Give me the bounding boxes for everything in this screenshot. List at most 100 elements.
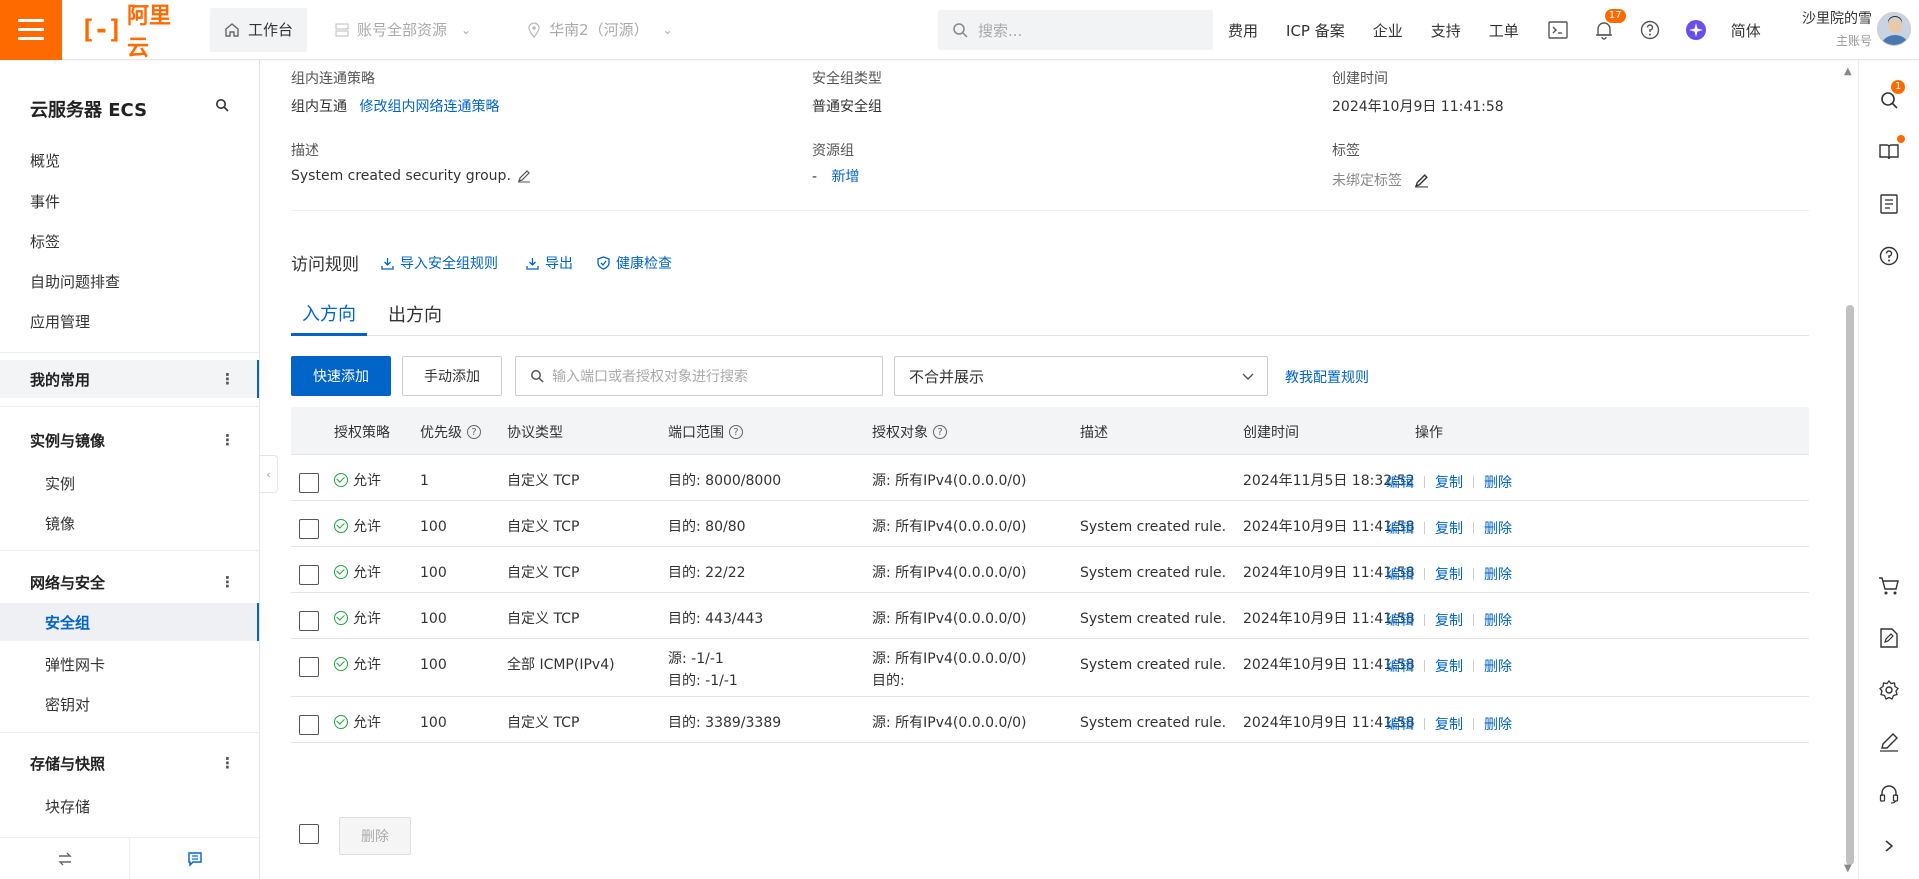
- scroll-thumb[interactable]: [1846, 305, 1854, 865]
- switch-icon[interactable]: [0, 838, 129, 879]
- tab-inbound[interactable]: 入方向: [291, 292, 367, 336]
- edit-icon[interactable]: [1414, 173, 1429, 188]
- delete-link[interactable]: 删除: [1484, 518, 1512, 538]
- nav-tickets[interactable]: 工单: [1489, 20, 1519, 41]
- copy-link[interactable]: 复制: [1435, 656, 1463, 676]
- manual-add-button[interactable]: 手动添加: [402, 356, 502, 396]
- nav-support[interactable]: 支持: [1431, 20, 1461, 41]
- row-checkbox[interactable]: [299, 715, 319, 735]
- search-icon[interactable]: [215, 98, 229, 112]
- edit-icon[interactable]: [517, 169, 531, 183]
- display-mode-select[interactable]: 不合并展示: [894, 356, 1268, 396]
- delete-link[interactable]: 删除: [1484, 472, 1512, 492]
- quick-add-button[interactable]: 快速添加: [291, 356, 391, 396]
- sidebar-item-block-storage[interactable]: 块存储: [45, 796, 90, 817]
- sidebar-item-tags[interactable]: 标签: [30, 231, 60, 252]
- delete-link[interactable]: 删除: [1484, 656, 1512, 676]
- modify-policy-link[interactable]: 修改组内网络连通策略: [359, 99, 499, 115]
- cart-icon[interactable]: [1877, 574, 1901, 598]
- more-vertical-icon[interactable]: ⋮: [220, 431, 235, 449]
- copy-link[interactable]: 复制: [1435, 518, 1463, 538]
- more-vertical-icon[interactable]: ⋮: [220, 370, 235, 388]
- global-search-input[interactable]: 搜索...: [938, 10, 1213, 50]
- port-value: 目的: 443/443: [668, 611, 764, 627]
- sidebar-item-overview[interactable]: 概览: [30, 150, 60, 171]
- language-switch[interactable]: 简体: [1731, 20, 1761, 41]
- sidebar-group-favorites[interactable]: 我的常用 ⋮: [0, 360, 259, 398]
- question-icon[interactable]: ?: [467, 425, 481, 439]
- document-edit-icon[interactable]: [1877, 626, 1901, 650]
- rule-search-input[interactable]: 输入端口或者授权对象进行搜索: [515, 356, 883, 396]
- edit-link[interactable]: 编辑: [1386, 472, 1414, 492]
- sidebar-group-instances-images[interactable]: 实例与镜像 ⋮: [0, 421, 259, 459]
- sidebar-group-network-security[interactable]: 网络与安全 ⋮: [0, 563, 259, 601]
- health-check-link[interactable]: 健康检查: [597, 253, 672, 273]
- edit-link[interactable]: 编辑: [1386, 518, 1414, 538]
- edit-link[interactable]: 编辑: [1386, 714, 1414, 734]
- checklist-icon[interactable]: [1877, 192, 1901, 216]
- search-icon[interactable]: 1: [1877, 80, 1906, 112]
- region-dropdown[interactable]: 华南2（河源） ⌄: [513, 8, 687, 52]
- delete-link[interactable]: 删除: [1484, 610, 1512, 630]
- gear-icon[interactable]: [1877, 678, 1901, 702]
- sidebar-item-events[interactable]: 事件: [30, 191, 60, 212]
- row-checkbox[interactable]: [299, 519, 319, 539]
- headset-icon[interactable]: [1877, 782, 1901, 806]
- scrollbar[interactable]: ▲ ▼: [1843, 60, 1855, 879]
- row-checkbox[interactable]: [299, 473, 319, 493]
- sidebar-item-app-management[interactable]: 应用管理: [30, 311, 90, 332]
- copy-link[interactable]: 复制: [1435, 472, 1463, 492]
- chevron-right-icon[interactable]: [1877, 834, 1901, 858]
- copy-link[interactable]: 复制: [1435, 564, 1463, 584]
- col-port-wrap: 端口范围?: [668, 422, 743, 442]
- sidebar-item-key-pairs[interactable]: 密钥对: [45, 694, 90, 715]
- row-checkbox[interactable]: [299, 565, 319, 585]
- import-rules-link[interactable]: 导入安全组规则: [381, 253, 498, 273]
- more-vertical-icon[interactable]: ⋮: [220, 573, 235, 591]
- edit-link[interactable]: 编辑: [1386, 656, 1414, 676]
- sidebar-item-instances[interactable]: 实例: [45, 473, 75, 494]
- avatar[interactable]: [1877, 12, 1911, 46]
- sidebar-item-eni[interactable]: 弹性网卡: [45, 654, 105, 675]
- ai-assistant-icon[interactable]: [1685, 19, 1707, 41]
- edit-link[interactable]: 编辑: [1386, 564, 1414, 584]
- more-vertical-icon[interactable]: ⋮: [220, 754, 235, 772]
- scroll-up-icon[interactable]: ▲: [1844, 66, 1852, 77]
- bell-icon[interactable]: 17: [1593, 9, 1626, 41]
- message-icon[interactable]: [129, 838, 259, 879]
- account-resources-dropdown[interactable]: 账号全部资源 ⌄: [321, 8, 485, 52]
- config-help-link[interactable]: 教我配置规则: [1285, 367, 1369, 387]
- sidebar-group-storage-snapshot[interactable]: 存储与快照 ⋮: [0, 744, 259, 782]
- help-icon[interactable]: [1639, 19, 1661, 41]
- workbench-button[interactable]: 工作台: [210, 7, 308, 52]
- nav-enterprise[interactable]: 企业: [1373, 20, 1403, 41]
- delete-link[interactable]: 删除: [1484, 714, 1512, 734]
- copy-link[interactable]: 复制: [1435, 714, 1463, 734]
- add-resource-group-link[interactable]: 新增: [832, 169, 860, 185]
- hamburger-menu-icon[interactable]: [0, 0, 62, 60]
- terminal-icon[interactable]: [1547, 19, 1569, 41]
- export-link[interactable]: 导出: [526, 253, 573, 273]
- question-icon[interactable]: ?: [729, 425, 743, 439]
- sidebar-item-troubleshoot[interactable]: 自助问题排查: [30, 271, 120, 292]
- aliyun-logo[interactable]: [-] 阿里云: [80, 0, 190, 62]
- sidebar-item-images[interactable]: 镜像: [45, 513, 75, 534]
- delete-link[interactable]: 删除: [1484, 564, 1512, 584]
- bulk-delete-button[interactable]: 删除: [339, 817, 411, 855]
- nav-billing[interactable]: 费用: [1228, 20, 1258, 41]
- tab-outbound[interactable]: 出方向: [377, 292, 453, 336]
- user-menu[interactable]: 沙里院的雪 主账号: [1782, 8, 1872, 49]
- row-checkbox[interactable]: [299, 611, 319, 631]
- scroll-down-icon[interactable]: ▼: [1844, 863, 1852, 874]
- nav-icp[interactable]: ICP 备案: [1286, 20, 1345, 41]
- sidebar-item-security-groups[interactable]: 安全组: [0, 603, 259, 641]
- row-checkbox[interactable]: [299, 657, 319, 677]
- actions-cell: 编辑 复制 删除: [1386, 518, 1512, 538]
- copy-link[interactable]: 复制: [1435, 610, 1463, 630]
- book-icon[interactable]: [1877, 135, 1905, 164]
- select-all-checkbox[interactable]: [299, 824, 319, 844]
- help-icon[interactable]: [1877, 244, 1901, 268]
- pen-icon[interactable]: [1877, 730, 1901, 754]
- edit-link[interactable]: 编辑: [1386, 610, 1414, 630]
- question-icon[interactable]: ?: [933, 425, 947, 439]
